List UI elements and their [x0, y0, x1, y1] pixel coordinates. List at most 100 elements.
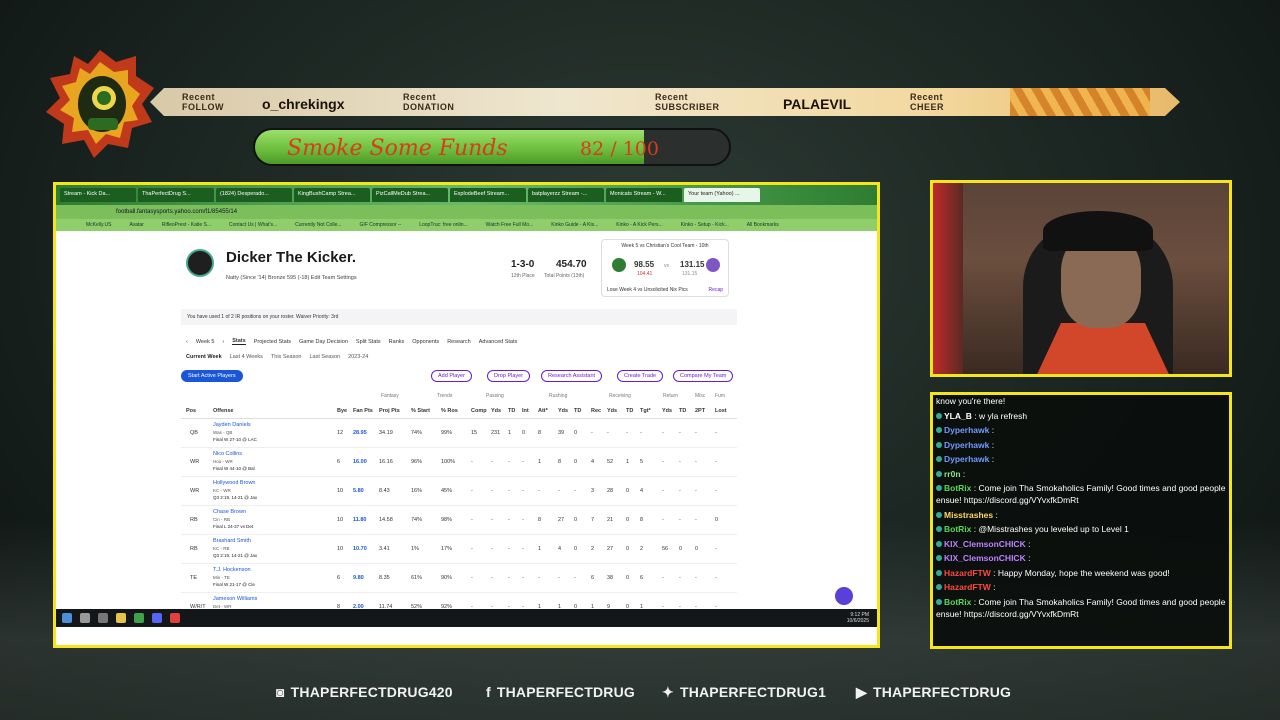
column-header[interactable]: Int: [522, 408, 529, 414]
player-name-link[interactable]: Jameson Williams: [213, 596, 257, 602]
column-header[interactable]: TD: [679, 408, 686, 414]
next-week-button[interactable]: ›: [222, 339, 224, 345]
player-name-link[interactable]: Chase Brown: [213, 509, 246, 515]
social-handle[interactable]: f THAPERFECTDRUG: [486, 684, 635, 700]
discord-icon[interactable]: [152, 613, 162, 623]
recap-link[interactable]: Recap: [709, 287, 723, 293]
column-header[interactable]: 2PT: [695, 408, 705, 414]
player-name-link[interactable]: Brashard Smith: [213, 538, 251, 544]
player-name-link[interactable]: Hollywood Brown: [213, 480, 256, 486]
create-trade-button[interactable]: Create Trade: [617, 370, 664, 382]
chat-username[interactable]: YLA_B: [944, 411, 972, 421]
column-header[interactable]: Comp: [471, 408, 487, 414]
browser-tab[interactable]: Stream - Kick Da...: [60, 188, 136, 202]
chat-username[interactable]: HazardFTW: [944, 568, 991, 578]
browser-tab[interactable]: KingBushCamp Strea...: [294, 188, 370, 202]
browser-tab[interactable]: ExplodeBeef Stream...: [450, 188, 526, 202]
chat-username[interactable]: rr0n: [944, 469, 961, 479]
browser-tab[interactable]: Your team (Yahoo) ...: [684, 188, 760, 202]
bookmark-item[interactable]: Avatar: [129, 222, 143, 228]
column-header[interactable]: Bye: [337, 408, 347, 414]
bookmarks-bar[interactable]: McKelly.US Avatar RifleoPrest - Katie S...…: [56, 219, 877, 231]
task-view-icon[interactable]: [98, 613, 108, 623]
team-name[interactable]: Dicker The Kicker.: [226, 249, 426, 266]
tab-research[interactable]: Research: [447, 339, 471, 345]
windows-start-icon[interactable]: [62, 613, 72, 623]
social-handle[interactable]: ✦ THAPERFECTDRUG1: [662, 684, 826, 701]
column-header[interactable]: TD: [574, 408, 581, 414]
table-row[interactable]: RB Brashard Smith KC - RB Q3 2:19, 14-21 @ …: [181, 535, 737, 564]
column-header[interactable]: Proj Pts: [379, 408, 400, 414]
tab-ranks[interactable]: Ranks: [389, 339, 405, 345]
bookmark-item[interactable]: All Bookmarks: [747, 222, 779, 228]
subtab-current-week[interactable]: Current Week: [186, 354, 222, 360]
tab-split-stats[interactable]: Split Stats: [356, 339, 381, 345]
chat-username[interactable]: BotRix: [944, 483, 971, 493]
column-header[interactable]: Pos: [186, 408, 196, 414]
chat-username[interactable]: Dyperhawk: [944, 440, 989, 450]
chat-username[interactable]: KIX_ClemsonCHICK: [944, 539, 1026, 549]
bookmark-item[interactable]: GIF Compressor --: [360, 222, 402, 228]
tab-opponents[interactable]: Opponents: [412, 339, 439, 345]
column-header[interactable]: % Ros: [441, 408, 458, 414]
tab-stats[interactable]: Stats: [232, 338, 246, 345]
tab-advanced-stats[interactable]: Advanced Stats: [479, 339, 518, 345]
player-name-link[interactable]: T.J. Hockenson: [213, 567, 251, 573]
bookmark-item[interactable]: Watch Free Full Mo...: [486, 222, 534, 228]
subtab-last-4-weeks[interactable]: Last 4 Weeks: [230, 354, 263, 360]
column-header[interactable]: Offense: [213, 408, 233, 414]
file-explorer-icon[interactable]: [116, 613, 126, 623]
browser-tab[interactable]: PizCallMeDub Strea...: [372, 188, 448, 202]
matchup-card[interactable]: Week 5 vs Christian's Cool Team - 10th 9…: [601, 239, 729, 297]
column-header[interactable]: Yds: [491, 408, 501, 414]
prev-week-button[interactable]: ‹: [186, 339, 188, 345]
chat-username[interactable]: BotRix: [944, 524, 971, 534]
table-row[interactable]: QB Jayden Daniels Was - QB Final W 27-10 @ …: [181, 419, 737, 448]
add-player-button[interactable]: Add Player: [431, 370, 472, 382]
browser-tab[interactable]: Monicats Stream - W...: [606, 188, 682, 202]
research-assistant-button[interactable]: Research Assistant: [541, 370, 603, 382]
bookmark-item[interactable]: Kinko Guide - A Kis...: [551, 222, 598, 228]
chat-username[interactable]: Dyperhawk: [944, 425, 989, 435]
social-handle[interactable]: ◙ THAPERFECTDRUG420: [276, 684, 453, 700]
chat-username[interactable]: Misstrashes: [944, 510, 993, 520]
fantasy-points-cell[interactable]: 16.00: [353, 459, 367, 465]
column-header[interactable]: Yds: [607, 408, 617, 414]
fantasy-points-cell[interactable]: 9.80: [353, 575, 364, 581]
browser-tab[interactable]: batplayerzz Stream -...: [528, 188, 604, 202]
column-header[interactable]: % Start: [411, 408, 430, 414]
tab-projected-stats[interactable]: Projected Stats: [254, 339, 291, 345]
player-name-link[interactable]: Jayden Daniels: [213, 422, 251, 428]
column-header[interactable]: TD: [626, 408, 633, 414]
bookmark-item[interactable]: Contact Us | What's...: [229, 222, 277, 228]
table-row[interactable]: WR Hollywood Brown KC - WR Q3 2:19, 14-21 @…: [181, 477, 737, 506]
browser-tab[interactable]: (1824) Desperado...: [216, 188, 292, 202]
column-header[interactable]: Rec: [591, 408, 601, 414]
chat-username[interactable]: BotRix: [944, 597, 971, 607]
address-bar[interactable]: football.fantasysports.yahoo.com/f1/8545…: [56, 205, 877, 219]
column-header[interactable]: Fan Pts: [353, 408, 373, 414]
table-row[interactable]: TE T.J. Hockenson Min - TE Final W 21-17 @ …: [181, 564, 737, 593]
social-handle[interactable]: ▶ THAPERFECTDRUG: [856, 684, 1011, 701]
tab-game-day-decision[interactable]: Game Day Decision: [299, 339, 348, 345]
table-row[interactable]: RB Chase Brown Cin - RB Final L 24-37 vs De…: [181, 506, 737, 535]
bookmark-item[interactable]: McKelly.US: [86, 222, 111, 228]
bookmark-item[interactable]: Kinko - A Kick Pers...: [616, 222, 662, 228]
search-icon[interactable]: [80, 613, 90, 623]
subtab-last-season[interactable]: Last Season: [309, 354, 340, 360]
bookmark-item[interactable]: Currently Not Colle...: [295, 222, 341, 228]
browser-tab[interactable]: ThaPerfectDrug S...: [138, 188, 214, 202]
table-row[interactable]: WR Nico Collins Hou - WR Final W 44-10 @ Ba…: [181, 448, 737, 477]
chat-username[interactable]: Dyperhawk: [944, 454, 989, 464]
player-name-link[interactable]: Nico Collins: [213, 451, 242, 457]
column-header[interactable]: Yds: [558, 408, 568, 414]
column-header[interactable]: Yds: [662, 408, 672, 414]
chrome-icon[interactable]: [134, 613, 144, 623]
column-header[interactable]: Tgt*: [640, 408, 651, 414]
start-active-players-button[interactable]: Start Active Players: [181, 370, 243, 382]
fantasy-points-cell[interactable]: 11.80: [353, 517, 366, 523]
drop-player-button[interactable]: Drop Player: [487, 370, 531, 382]
bookmark-item[interactable]: RifleoPrest - Katie S...: [162, 222, 211, 228]
column-header[interactable]: Lost: [715, 408, 727, 414]
column-header[interactable]: Att*: [538, 408, 548, 414]
